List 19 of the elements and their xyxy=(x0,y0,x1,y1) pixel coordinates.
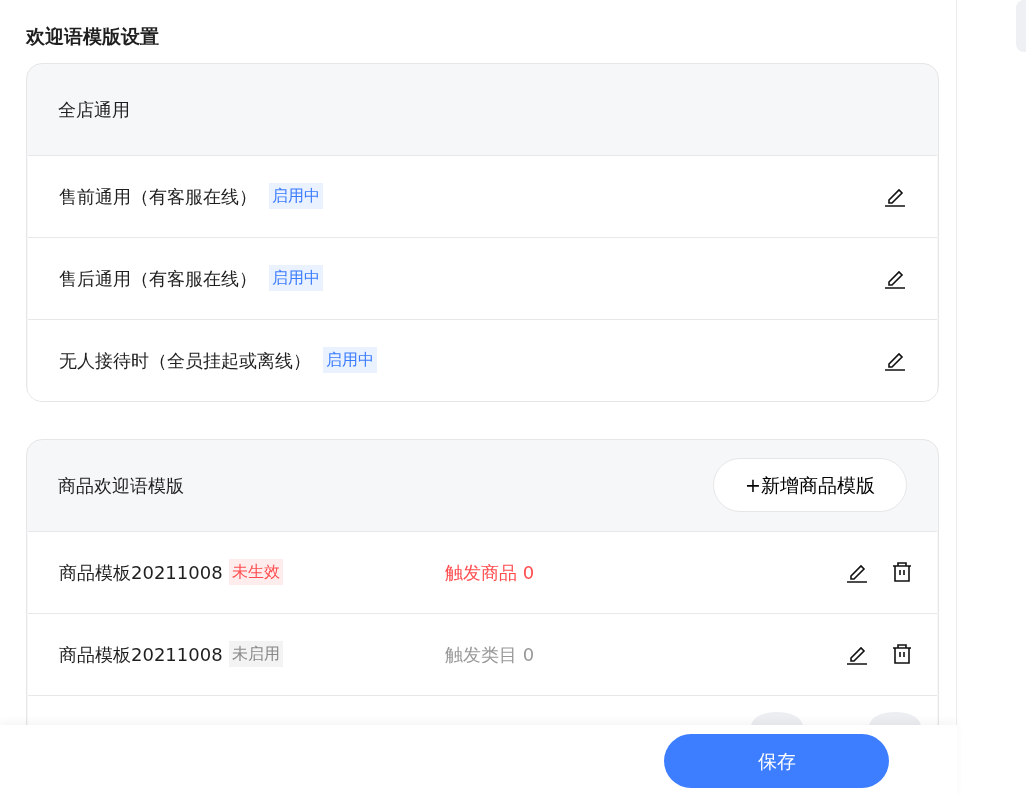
delete-icon[interactable] xyxy=(892,643,912,665)
template-name: 商品模板20211008 xyxy=(59,642,223,667)
status-tag: 启用中 xyxy=(269,183,323,209)
status-tag: 未生效 xyxy=(228,559,283,585)
section-title: 全店通用 xyxy=(58,97,130,122)
page-title: 欢迎语模版设置 xyxy=(26,24,160,49)
section-title: 商品欢迎语模版 xyxy=(58,473,184,498)
trigger-count: 触发类目 0 xyxy=(445,642,536,667)
status-tag: 启用中 xyxy=(323,347,377,373)
template-name: 无人接待时（全员挂起或离线） xyxy=(59,348,311,373)
trigger-count: 触发商品 0 xyxy=(445,560,536,585)
delete-icon[interactable] xyxy=(892,561,912,583)
template-name: 商品模板20211008 xyxy=(59,560,223,585)
add-template-button[interactable]: +新增商品模版 xyxy=(713,457,907,513)
status-tag: 启用中 xyxy=(269,265,323,291)
template-name: 售后通用（有客服在线） xyxy=(59,266,257,291)
status-tag: 未启用 xyxy=(228,641,283,667)
template-name: 售前通用（有客服在线） xyxy=(59,184,257,209)
save-button[interactable]: 保存 xyxy=(664,734,889,788)
